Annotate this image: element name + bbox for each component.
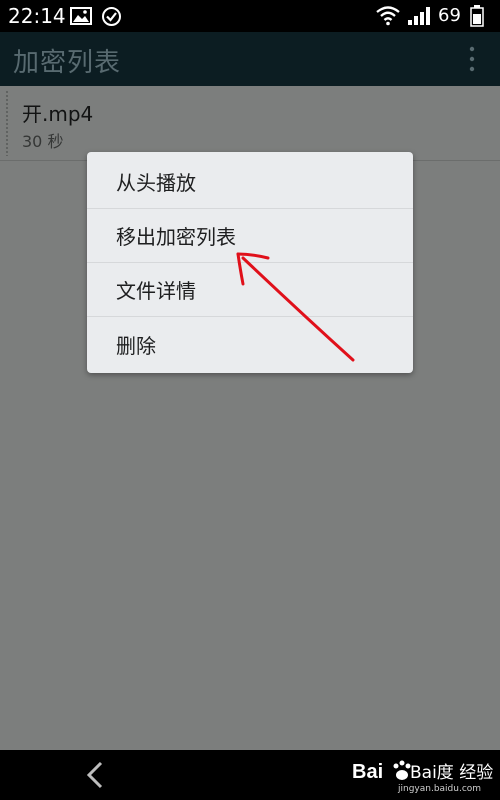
context-menu: 从头播放 移出加密列表 文件详情 删除 bbox=[87, 152, 413, 373]
overflow-menu-icon[interactable] bbox=[462, 45, 482, 77]
menu-item-label: 删除 bbox=[116, 333, 156, 358]
navigation-bar: Bai Bai度 经验 jingyan.baidu.com bbox=[0, 750, 500, 800]
menu-item-label: 移出加密列表 bbox=[116, 225, 236, 249]
watermark-url: jingyan.baidu.com bbox=[398, 784, 482, 794]
list-item[interactable]: 开.mp4 30 秒 bbox=[0, 86, 500, 161]
battery-level: 69 bbox=[438, 5, 461, 26]
file-duration: 30 秒 bbox=[22, 132, 64, 151]
menu-item-delete[interactable]: 删除 bbox=[87, 317, 413, 371]
back-icon[interactable] bbox=[84, 760, 106, 794]
wifi-icon bbox=[376, 6, 400, 30]
svg-text:Bai: Bai bbox=[352, 761, 383, 783]
status-bar: 22:14 69 bbox=[0, 0, 500, 32]
file-name: 开.mp4 bbox=[22, 102, 94, 126]
battery-icon bbox=[470, 5, 484, 31]
menu-item-play-from-start[interactable]: 从头播放 bbox=[87, 155, 413, 209]
app-bar: 加密列表 bbox=[0, 32, 500, 86]
menu-item-remove-from-encrypted[interactable]: 移出加密列表 bbox=[87, 209, 413, 263]
drag-handle-icon[interactable] bbox=[5, 90, 10, 156]
menu-item-label: 文件详情 bbox=[116, 279, 196, 303]
page-title: 加密列表 bbox=[13, 48, 122, 78]
image-icon bbox=[70, 7, 92, 29]
menu-item-label: 从头播放 bbox=[116, 171, 196, 195]
check-circle-icon bbox=[101, 6, 122, 31]
menu-item-file-details[interactable]: 文件详情 bbox=[87, 263, 413, 317]
status-time: 22:14 bbox=[8, 4, 66, 28]
watermark-text: Bai度 经验 bbox=[410, 763, 494, 783]
signal-icon bbox=[407, 6, 431, 30]
